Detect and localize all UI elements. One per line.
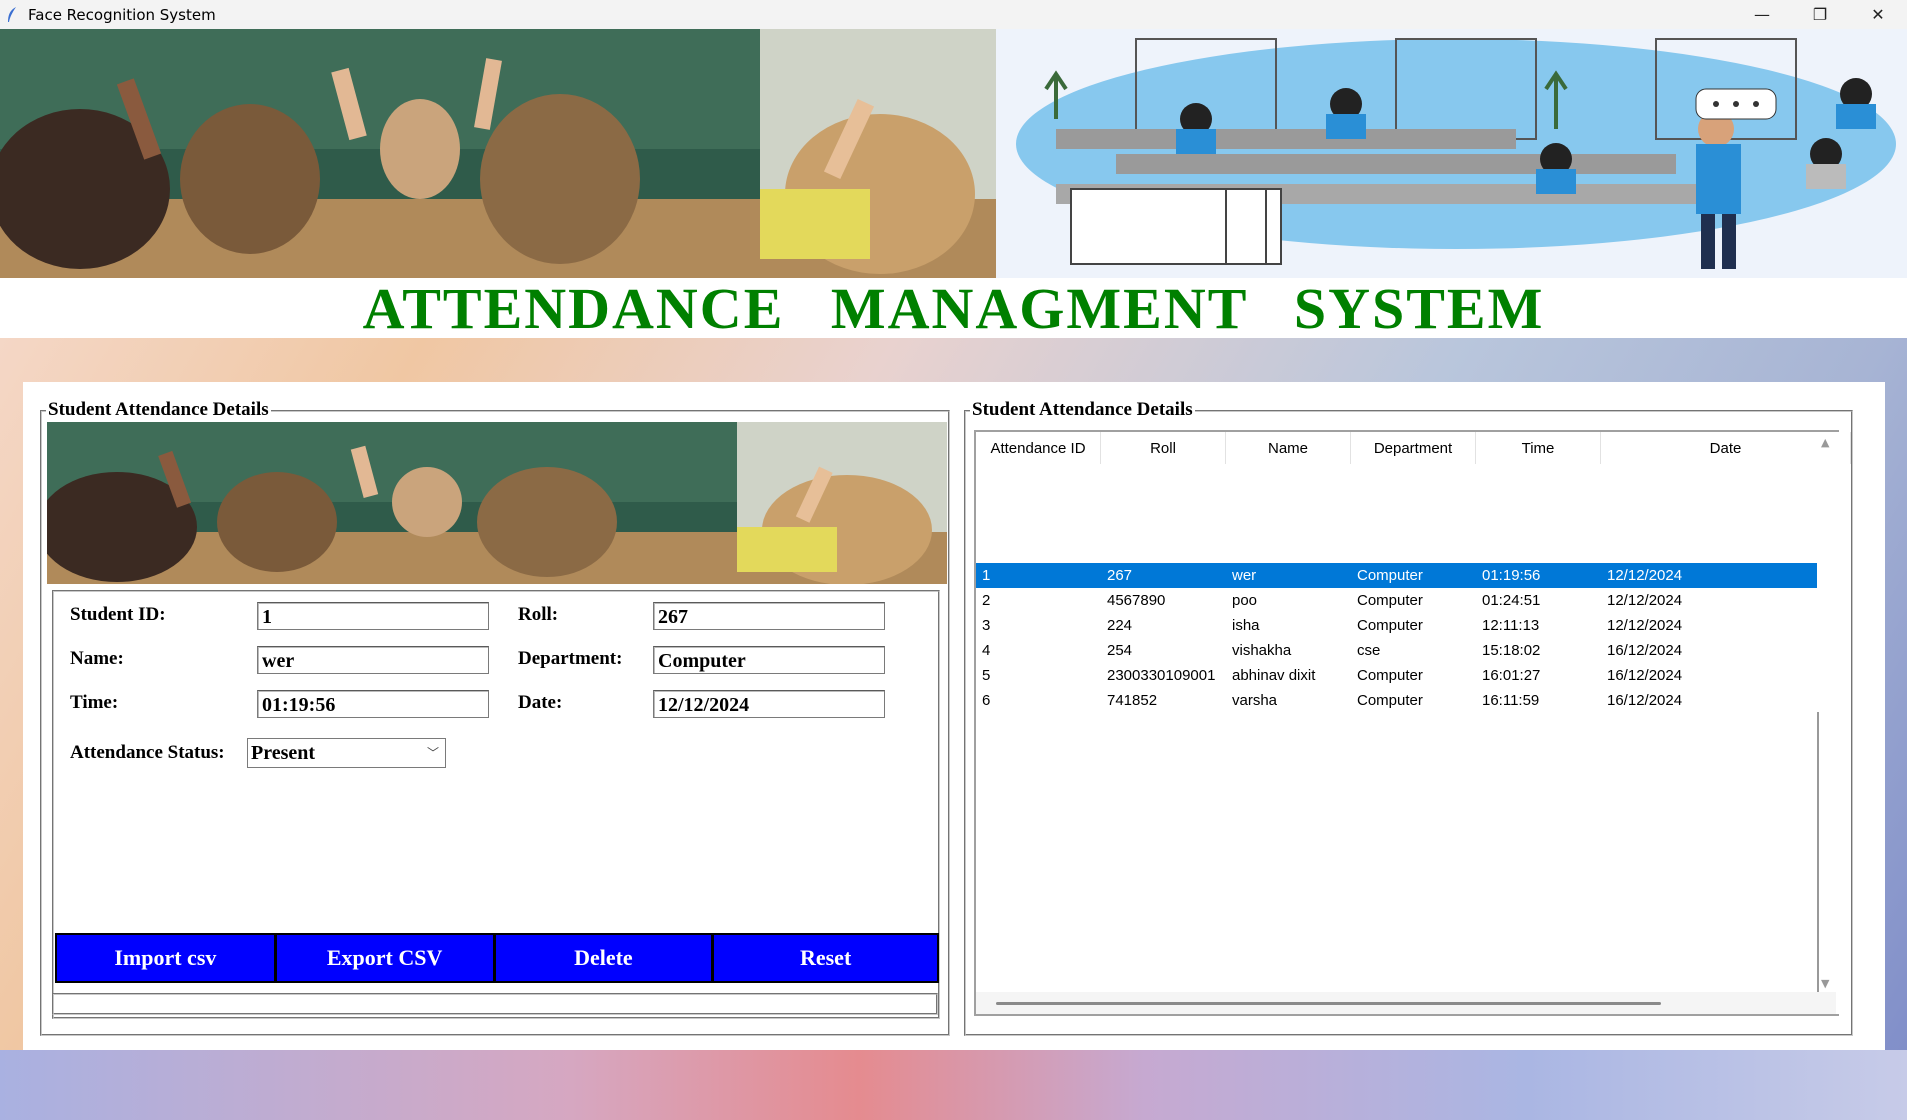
table-cell: Computer [1357,567,1423,584]
date-input[interactable]: 12/12/2024 [653,690,885,718]
table-cell: Computer [1357,692,1423,709]
table-row[interactable]: 6 741852 varsha Computer 16:11:59 16/12/2024 [976,688,1817,713]
department-input[interactable]: Computer [653,646,885,674]
column-header[interactable]: Roll [1101,432,1226,464]
attendance-status-label: Attendance Status: [70,742,225,763]
export-csv-button[interactable]: Export CSV [274,933,494,983]
title-bar: Face Recognition System — ❐ ✕ [0,0,1907,29]
left-legend: Student Attendance Details [46,399,271,421]
column-header[interactable]: Time [1476,432,1601,464]
column-header[interactable]: Attendance ID [976,432,1101,464]
table-cell: Computer [1357,667,1423,684]
student-id-label: Student ID: [70,604,166,625]
status-strip [52,993,938,1015]
table-cell: 16/12/2024 [1607,642,1683,659]
table-cell: wer [1232,567,1257,584]
import-csv-button[interactable]: Import csv [55,933,275,983]
table-row[interactable]: 3 224 isha Computer 12:11:13 12/12/2024 [976,613,1817,638]
background-bottom [0,1050,1907,1120]
attendance-table [974,430,1839,1016]
attendance-status-value: Present [251,742,316,764]
time-label: Time: [70,692,119,713]
table-row[interactable]: 1 267 wer Computer 01:19:56 12/12/2024 [976,563,1817,588]
table-cell: abhinav dixit [1232,667,1316,684]
table-cell: 16/12/2024 [1607,667,1683,684]
date-label: Date: [518,692,563,713]
scroll-down-icon[interactable]: ▼ [1821,977,1829,990]
time-input[interactable]: 01:19:56 [257,690,489,718]
delete-button[interactable]: Delete [493,933,713,983]
table-cell: 224 [1107,617,1133,634]
table-cell: 15:18:02 [1482,642,1541,659]
name-input[interactable]: wer [257,646,489,674]
table-cell: 4567890 [1107,592,1166,609]
table-cell: isha [1232,617,1260,634]
action-buttons: Import csv Export CSV Delete Reset [55,933,939,983]
table-cell: poo [1232,592,1258,609]
table-cell: 12/12/2024 [1607,617,1683,634]
table-row[interactable]: 5 2300330109001 abhinav dixit Computer 16:01… [976,663,1817,688]
table-cell: 4 [982,642,991,659]
table-cell: 12/12/2024 [1607,567,1683,584]
table-cell: 16:11:59 [1482,692,1540,709]
attendance-status-select[interactable]: Present ﹀ [247,738,446,768]
classroom-photo-small [47,422,947,584]
page-title: ATTENDANCE MANAGMENT SYSTEM [362,276,1545,341]
table-cell: 12:11:13 [1482,617,1540,634]
table-cell: 1 [982,567,991,584]
horizontal-scroll-thumb[interactable] [996,1002,1661,1005]
reset-button[interactable]: Reset [712,933,939,983]
name-label: Name: [70,648,124,669]
column-header[interactable]: Department [1351,432,1476,464]
table-cell: 2 [982,592,991,609]
maximize-button[interactable]: ❐ [1791,0,1849,29]
table-cell: cse [1357,642,1381,659]
table-cell: Computer [1357,592,1423,609]
classroom-photo [0,29,996,278]
table-row[interactable]: 4 254 vishakha cse 15:18:02 16/12/2024 [976,638,1817,663]
table-cell: 5 [982,667,991,684]
student-id-input[interactable]: 1 [257,602,489,630]
close-button[interactable]: ✕ [1849,0,1907,29]
table-cell: 3 [982,617,991,634]
chevron-down-icon: ﹀ [426,746,439,760]
horizontal-scrollbar[interactable] [976,992,1836,1014]
table-cell: 6 [982,692,991,709]
right-legend: Student Attendance Details [970,399,1195,421]
table-cell: 01:24:51 [1482,592,1541,609]
table-cell: 16/12/2024 [1607,692,1683,709]
table-cell: varsha [1232,692,1278,709]
table-cell: 16:01:27 [1482,667,1541,684]
minimize-button[interactable]: — [1733,0,1791,29]
table-row[interactable]: 2 4567890 poo Computer 01:24:51 12/12/2024 [976,588,1817,613]
department-label: Department: [518,648,623,669]
table-cell: 741852 [1107,692,1158,709]
column-header[interactable]: Name [1226,432,1351,464]
table-body: 1 267 wer Computer 01:19:56 12/12/2024 2 456789… [976,563,1817,713]
table-cell: 267 [1107,567,1133,584]
column-header[interactable]: Date [1601,432,1851,464]
table-cell: 12/12/2024 [1607,592,1683,609]
feather-icon [6,6,18,24]
table-cell: 01:19:56 [1482,567,1541,584]
table-header: Attendance ID Roll Name Department Time Date [976,432,1851,464]
roll-label: Roll: [518,604,559,625]
table-cell: 2300330109001 [1107,667,1216,684]
window-title: Face Recognition System [28,5,216,24]
vertical-scrollbar[interactable]: ▲ ▼ [1817,432,1837,992]
table-cell: 254 [1107,642,1133,659]
table-cell: Computer [1357,617,1423,634]
table-cell: vishakha [1232,642,1292,659]
classroom-illustration [996,29,1907,278]
roll-input[interactable]: 267 [653,602,885,630]
scroll-up-icon[interactable]: ▲ [1821,436,1829,449]
